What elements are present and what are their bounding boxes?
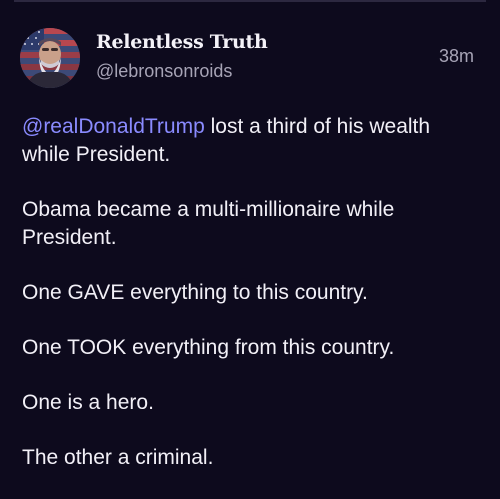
post-paragraph: Obama became a multi-millionaire while P… [22,198,395,249]
post-paragraph: One TOOK everything from this country. [22,336,395,359]
post-paragraph: One is a hero. [22,391,154,414]
post-paragraph: @realDonaldTrump lost a third of his wea… [22,113,482,169]
user-avatar-icon[interactable] [20,28,80,88]
post-timestamp[interactable]: 38m [439,46,474,67]
post-paragraph: One GAVE everything to this country. [22,281,368,304]
author-handle[interactable]: @lebronsonroids [96,61,232,82]
author-name[interactable]: Relentless Truth [96,31,268,53]
post-body: @realDonaldTrump lost a third of his wea… [22,113,482,499]
post-paragraph: The other a criminal. [22,446,214,469]
post-card[interactable]: Relentless Truth @lebronsonroids 38m @re… [0,0,500,493]
user-mention-link[interactable]: @realDonaldTrump [22,115,205,138]
